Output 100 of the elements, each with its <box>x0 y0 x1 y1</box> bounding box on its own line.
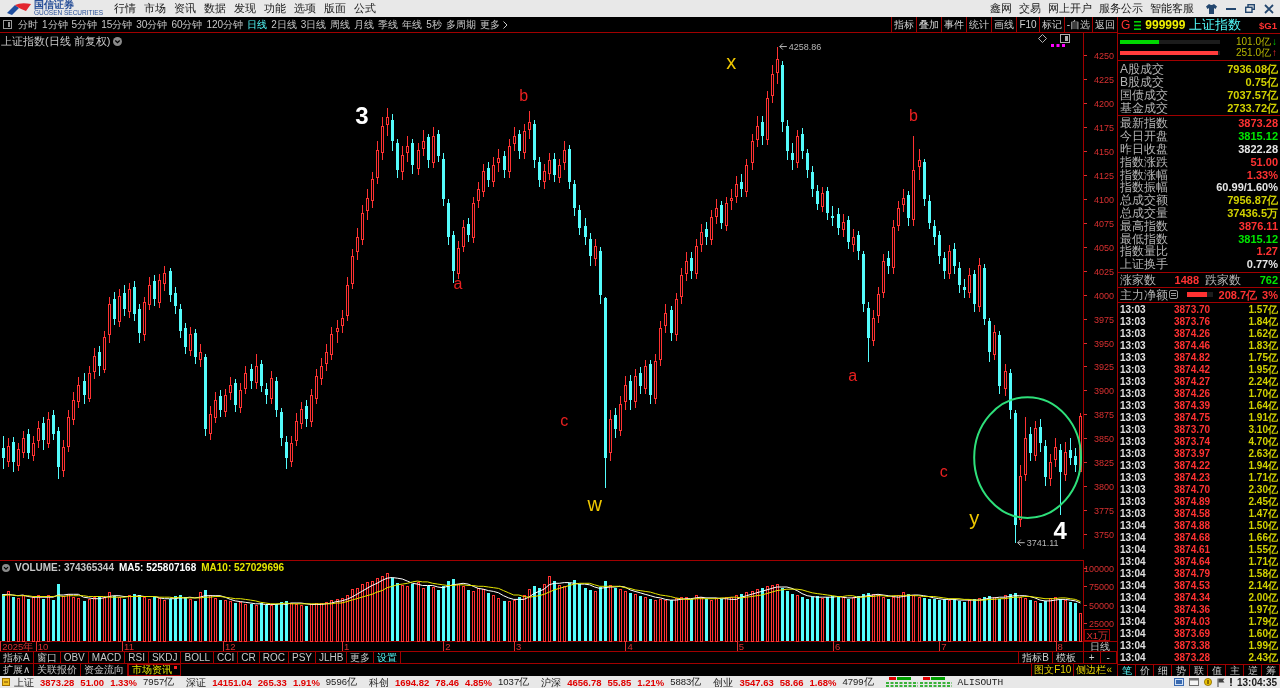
indicator-tab[interactable]: RSI <box>125 652 149 663</box>
menu-item[interactable]: 发现 <box>234 1 256 16</box>
candle <box>406 136 409 163</box>
toolbar-button[interactable]: 事件 <box>941 17 967 32</box>
stat-value: 762 <box>1259 273 1278 286</box>
shirt-icon[interactable] <box>1206 3 1217 14</box>
monitor-icon[interactable] <box>1173 678 1184 686</box>
indicator-tab[interactable]: 窗口 <box>33 652 61 663</box>
panel-toggle-icon[interactable] <box>3 20 12 29</box>
restore-icon[interactable] <box>1245 4 1255 13</box>
menu-item[interactable]: 公式 <box>354 1 376 16</box>
indicator-tab[interactable]: SKDJ <box>148 652 182 663</box>
period-tab[interactable]: 周线 <box>328 17 353 32</box>
zoom-button[interactable]: + <box>1084 652 1101 663</box>
indicator-tab[interactable]: CR <box>238 652 260 663</box>
toolbar-button[interactable]: 叠加 <box>916 17 942 32</box>
volume-bar <box>973 599 976 641</box>
dots-icon[interactable] <box>1051 44 1065 47</box>
list-icon[interactable] <box>1134 20 1142 30</box>
wave-label: a <box>848 366 858 384</box>
volume-bar <box>857 595 860 641</box>
wave-label: x <box>726 50 737 73</box>
volume-bar <box>1049 598 1052 642</box>
period-tab[interactable]: 日线 <box>245 17 270 32</box>
top-link[interactable]: 交易 <box>1019 1 1041 16</box>
indicator-tab[interactable]: CCI <box>214 652 239 663</box>
menu-item[interactable]: 行情 <box>114 1 136 16</box>
indicator-tab[interactable]: 指标A <box>0 652 34 663</box>
more-button[interactable]: 更多 <box>477 17 510 32</box>
toolbar-button[interactable]: 画线 <box>991 17 1017 32</box>
toolbar-button[interactable]: -自选 <box>1063 17 1092 32</box>
period-tab[interactable]: 15分钟 <box>99 17 135 32</box>
toolbar-button[interactable]: F10 <box>1016 17 1039 32</box>
indicator-tab[interactable]: 更多 <box>347 652 375 663</box>
exclamation-icon[interactable] <box>1229 678 1232 686</box>
tick-time: 13:04 <box>1120 531 1146 544</box>
period-tab[interactable]: 60分钟 <box>169 17 205 32</box>
chevron-down-circle-icon[interactable] <box>113 37 123 46</box>
tick-time: 13:03 <box>1120 471 1146 484</box>
menu-item[interactable]: 版面 <box>324 1 346 16</box>
indicator-tab[interactable]: ROC <box>259 652 289 663</box>
tick-time: 13:03 <box>1120 315 1146 328</box>
period-tab[interactable]: 5秒 <box>424 17 444 32</box>
pane-button[interactable]: 指标B <box>1018 652 1052 663</box>
indicator-tab[interactable]: PSY <box>289 652 316 663</box>
diamond-icon[interactable] <box>1038 34 1047 43</box>
flag-icon[interactable] <box>1216 677 1225 687</box>
coin-icon[interactable] <box>1203 678 1212 686</box>
volume-bar <box>371 580 374 642</box>
toolbar-button[interactable]: 统计 <box>966 17 992 32</box>
minimize-icon[interactable] <box>1226 7 1236 10</box>
toolbar-button[interactable]: 返回 <box>1092 17 1117 32</box>
period-tab[interactable]: 多周期 <box>443 17 478 32</box>
axis-label: 4125 <box>1093 170 1114 181</box>
extension-tab[interactable]: 市场资讯 <box>128 664 182 676</box>
volume-bar <box>928 598 931 641</box>
zoom-button[interactable]: - <box>1100 652 1117 663</box>
toolbar-button[interactable]: 指标 <box>891 17 917 32</box>
chevron-down-circle-icon[interactable] <box>2 563 10 572</box>
indicator-tab[interactable]: JLHB <box>316 652 348 663</box>
flow-arrow: ↓ <box>1271 36 1278 47</box>
window-icon[interactable] <box>1188 678 1199 686</box>
menu-item[interactable]: 选项 <box>294 1 316 16</box>
top-link[interactable]: 网上开户 <box>1048 1 1092 16</box>
tick-price: 3874.36 <box>1174 603 1211 616</box>
square-icon[interactable] <box>2 678 10 686</box>
volume-bar <box>604 581 607 641</box>
settings-tab[interactable]: 设置 <box>374 652 402 663</box>
toolbar-button[interactable]: 标记 <box>1038 17 1064 32</box>
volume-bar <box>943 599 946 641</box>
menu-item[interactable]: 功能 <box>264 1 286 16</box>
period-tab[interactable]: 1分钟 <box>40 17 70 32</box>
pane-button[interactable]: 模板 <box>1052 652 1079 663</box>
candle <box>422 129 425 157</box>
indicator-tab[interactable]: MACD <box>88 652 126 663</box>
period-tab[interactable]: 分时 <box>16 17 40 32</box>
volume-bar <box>1054 596 1057 642</box>
top-link[interactable]: 鑫网 <box>990 1 1012 16</box>
indicator-tab[interactable]: BOLL <box>181 652 215 663</box>
indicator-tab[interactable]: OBV <box>60 652 89 663</box>
index-change: 58.66 <box>779 676 804 688</box>
menu-item[interactable]: 资讯 <box>174 1 196 16</box>
top-link[interactable]: 智能客服 <box>1150 1 1194 16</box>
period-tab[interactable]: 2日线 <box>269 17 299 32</box>
period-tab[interactable]: 季线 <box>376 17 401 32</box>
list-box-icon[interactable] <box>1169 290 1178 300</box>
period-tab[interactable]: 年线 <box>400 17 425 32</box>
period-tab[interactable]: 120分钟 <box>204 17 246 32</box>
period-tab[interactable]: 30分钟 <box>134 17 170 32</box>
period-tab[interactable]: 3日线 <box>298 17 329 32</box>
volume-bar <box>988 595 991 641</box>
close-icon[interactable] <box>1264 3 1274 14</box>
period-tab[interactable]: 月线 <box>352 17 377 32</box>
panel-toggle-icon[interactable] <box>1060 34 1070 43</box>
menu-item[interactable]: 数据 <box>204 1 226 16</box>
volume-bar <box>821 598 824 642</box>
candle <box>644 359 647 395</box>
top-link[interactable]: 服务公示 <box>1099 1 1143 16</box>
period-tab[interactable]: 5分钟 <box>69 17 100 32</box>
menu-item[interactable]: 市场 <box>144 1 166 16</box>
